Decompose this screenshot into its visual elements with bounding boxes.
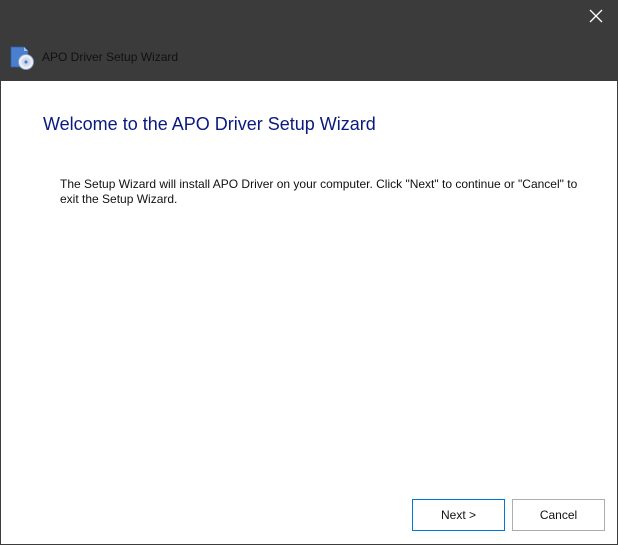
close-button[interactable]: [573, 0, 618, 36]
welcome-description: The Setup Wizard will install APO Driver…: [60, 177, 578, 206]
cancel-button[interactable]: Cancel: [512, 499, 605, 531]
window-title: APO Driver Setup Wizard: [42, 50, 179, 64]
setup-disc-icon: [9, 45, 35, 71]
wizard-content: Welcome to the APO Driver Setup Wizard T…: [1, 81, 617, 544]
close-icon: [589, 9, 603, 28]
setup-wizard-window: APO Driver Setup Wizard Welcome to the A…: [0, 0, 618, 545]
next-button[interactable]: Next >: [412, 499, 505, 531]
title-bar[interactable]: APO Driver Setup Wizard: [1, 0, 618, 81]
page-title: Welcome to the APO Driver Setup Wizard: [43, 114, 376, 134]
